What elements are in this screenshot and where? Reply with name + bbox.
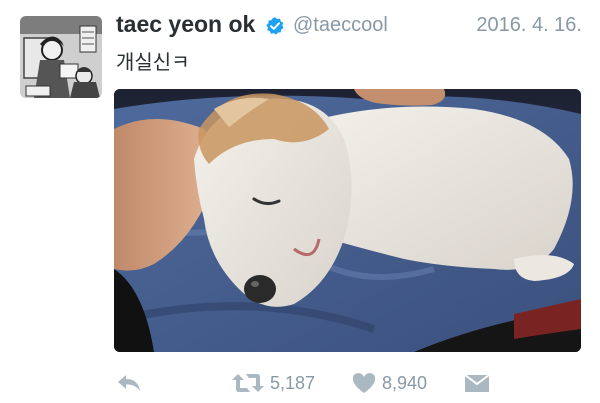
direct-message-icon	[464, 374, 490, 392]
tweet-text: 개실신ㅋ	[116, 52, 190, 74]
retweet-count: 5,187	[270, 372, 316, 393]
retweet-icon	[232, 374, 264, 392]
manga-avatar-image	[20, 16, 102, 98]
reply-icon	[118, 375, 140, 391]
tweet-photo[interactable]	[114, 89, 581, 352]
sleeping-dog-photo	[114, 89, 581, 352]
tweet-actions: 5,187 8,940	[0, 366, 600, 400]
reply-button[interactable]	[116, 366, 142, 400]
heart-icon	[352, 373, 376, 393]
verified-badge-icon	[266, 17, 284, 35]
like-count: 8,940	[382, 372, 428, 393]
avatar[interactable]	[20, 16, 102, 98]
direct-message-button[interactable]	[464, 366, 490, 400]
like-button[interactable]: 8,940	[352, 366, 427, 400]
retweet-button[interactable]: 5,187	[232, 366, 315, 400]
display-name[interactable]: taec yeon ok	[116, 11, 255, 38]
tweet-date[interactable]: 2016. 4. 16.	[476, 14, 582, 37]
user-handle[interactable]: @taeccool	[293, 14, 388, 37]
